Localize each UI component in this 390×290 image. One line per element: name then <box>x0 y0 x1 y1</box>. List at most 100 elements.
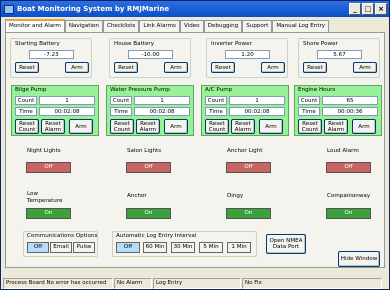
tab-support[interactable]: Support <box>242 20 273 32</box>
group-label: Starting Battery <box>15 41 60 47</box>
time-label: Time <box>205 107 227 116</box>
reset-alarm-button[interactable]: Reset Alarm <box>41 119 65 134</box>
reset-button[interactable]: Reset <box>303 62 327 73</box>
count-label: Count <box>15 96 37 105</box>
anchor-light-toggle[interactable]: Off <box>226 162 271 173</box>
count-label: Count <box>110 96 132 105</box>
tab-debugging[interactable]: Debugging <box>203 20 243 32</box>
reset-count-button[interactable]: Reset Count <box>298 119 322 134</box>
status-process-board: Process Board No error has occurred <box>3 278 113 289</box>
time-value: 00:00:36 <box>322 107 378 116</box>
reset-count-button[interactable]: Reset Count <box>110 119 134 134</box>
monitor-panel: Starting Battery -7.23 Reset Arm House B… <box>5 32 385 268</box>
app-icon <box>4 4 14 14</box>
dingy-indicator[interactable]: On <box>226 208 271 219</box>
status-alarm: No Alarm <box>114 278 152 289</box>
panel-label: Water Pressure Pump <box>110 87 170 93</box>
tab-strip: Monitor and Alarm Navigation Checklists … <box>5 19 330 32</box>
arm-button[interactable]: Arm <box>164 119 188 134</box>
time-value: 00:02:08 <box>134 107 190 116</box>
log-interval-off[interactable]: Off <box>116 242 140 253</box>
log-interval-5-min[interactable]: 5 Min <box>199 242 223 253</box>
inverter-power-group: Inverter Power 1.20 Reset Arm <box>206 38 288 78</box>
time-label: Time <box>110 107 132 116</box>
time-value: 00:02:08 <box>229 107 285 116</box>
starting-battery-value: -7.23 <box>29 50 74 59</box>
log-interval-group: Automatic Log Entry Interval Off 60 Min … <box>112 231 257 257</box>
group-label: House Battery <box>114 41 155 47</box>
maximize-icon[interactable]: □ <box>362 3 374 15</box>
tab-video[interactable]: Video <box>179 20 204 32</box>
group-label: Inverter Power <box>211 41 252 47</box>
hide-window-button[interactable]: Hide Window <box>338 251 380 267</box>
comm-option-email[interactable]: Email <box>50 242 72 253</box>
reset-count-button[interactable]: Reset Count <box>205 119 229 134</box>
reset-alarm-button[interactable]: Reset Alarm <box>231 119 255 134</box>
count-value: 1 <box>134 96 190 105</box>
count-label: Count <box>205 96 227 105</box>
comm-option-pulse[interactable]: Pulse <box>73 242 95 253</box>
salon-lights-label: Salon Lights <box>127 148 162 154</box>
tab-manual-log-entry[interactable]: Manual Log Entry <box>272 20 330 32</box>
title-bar[interactable]: Boat Monitoring System by RMJMarine _ □ … <box>1 1 389 17</box>
log-interval-60-min[interactable]: 60 Min <box>143 242 167 253</box>
time-value: 00:02:08 <box>39 107 95 116</box>
anchor-indicator[interactable]: On <box>126 208 171 219</box>
close-icon[interactable]: × <box>375 3 387 15</box>
dingy-label: Dingy <box>227 193 244 199</box>
tab-monitor-and-alarm[interactable]: Monitor and Alarm <box>5 19 65 32</box>
tab-navigation[interactable]: Navigation <box>64 20 103 32</box>
arm-button[interactable]: Arm <box>259 119 283 134</box>
companionway-label: Companionway <box>327 193 371 199</box>
shore-power-group: Shore Power 5.67 Reset Arm <box>298 38 380 78</box>
group-label: Automatic Log Entry Interval <box>116 233 197 239</box>
minimize-icon[interactable]: _ <box>349 3 361 15</box>
house-battery-group: House Battery -10.00 Reset Arm <box>109 38 191 78</box>
count-value: 65 <box>322 96 378 105</box>
anchor-light-label: Anchor Light <box>227 148 263 154</box>
reset-button[interactable]: Reset <box>114 62 138 73</box>
group-label: Communications Options <box>27 233 98 239</box>
log-interval-30-min[interactable]: 30 Min <box>171 242 195 253</box>
tab-link-alarms[interactable]: Link Alarms <box>139 20 180 32</box>
count-value: 1 <box>39 96 95 105</box>
status-bar: Process Board No error has occurred No A… <box>3 278 388 289</box>
low-temperature-indicator[interactable]: On <box>26 208 71 219</box>
reset-count-button[interactable]: Reset Count <box>15 119 39 134</box>
arm-button[interactable]: Arm <box>69 119 93 134</box>
arm-button[interactable]: Arm <box>164 62 188 73</box>
time-label: Time <box>15 107 37 116</box>
panel-label: A/C Pump <box>205 87 233 93</box>
water-pressure-pump-panel: Water Pressure Pump Count 1 Time 00:02:0… <box>106 85 194 136</box>
reset-button[interactable]: Reset <box>211 62 235 73</box>
engine-hours-panel: Engine Hours Count 65 Time 00:00:36 Rese… <box>294 85 382 136</box>
ac-pump-panel: A/C Pump Count 1 Time 00:02:08 Reset Cou… <box>201 85 289 136</box>
arm-button[interactable]: Arm <box>65 62 89 73</box>
communications-options-group: Communications Options Off Email Pulse <box>23 231 98 257</box>
night-lights-toggle[interactable]: Off <box>26 162 71 173</box>
companionway-indicator[interactable]: On <box>326 208 371 219</box>
panel-label: Bilge Pump <box>15 87 47 93</box>
arm-button[interactable]: Arm <box>353 62 377 73</box>
comm-option-off[interactable]: Off <box>27 242 49 253</box>
tab-checklists[interactable]: Checklists <box>102 20 140 32</box>
loud-alarm-toggle[interactable]: Off <box>326 162 371 173</box>
reset-button[interactable]: Reset <box>15 62 39 73</box>
bilge-pump-panel: Bilge Pump Count 1 Time 00:02:08 Reset C… <box>11 85 99 136</box>
arm-button[interactable]: Arm <box>261 62 285 73</box>
reset-alarm-button[interactable]: Reset Alarm <box>136 119 160 134</box>
shore-power-value: 5.67 <box>317 50 362 59</box>
panel-label: Engine Hours <box>298 87 336 93</box>
open-nmea-data-port-button[interactable]: Open NMEA Data Port <box>266 234 306 254</box>
arm-button[interactable]: Arm <box>352 119 376 134</box>
group-label: Shore Power <box>303 41 338 47</box>
loud-alarm-label: Loud Alarm <box>327 148 359 154</box>
log-interval-1-min[interactable]: 1 Min <box>227 242 251 253</box>
status-gps-fix: No Fix <box>242 278 382 289</box>
house-battery-value: -10.00 <box>128 50 173 59</box>
anchor-label: Anchor <box>127 193 147 199</box>
main-window: Boat Monitoring System by RMJMarine _ □ … <box>0 0 390 290</box>
salon-lights-toggle[interactable]: Off <box>126 162 171 173</box>
status-log-entry: Log Entry <box>153 278 241 289</box>
reset-alarm-button[interactable]: Reset Alarm <box>324 119 348 134</box>
